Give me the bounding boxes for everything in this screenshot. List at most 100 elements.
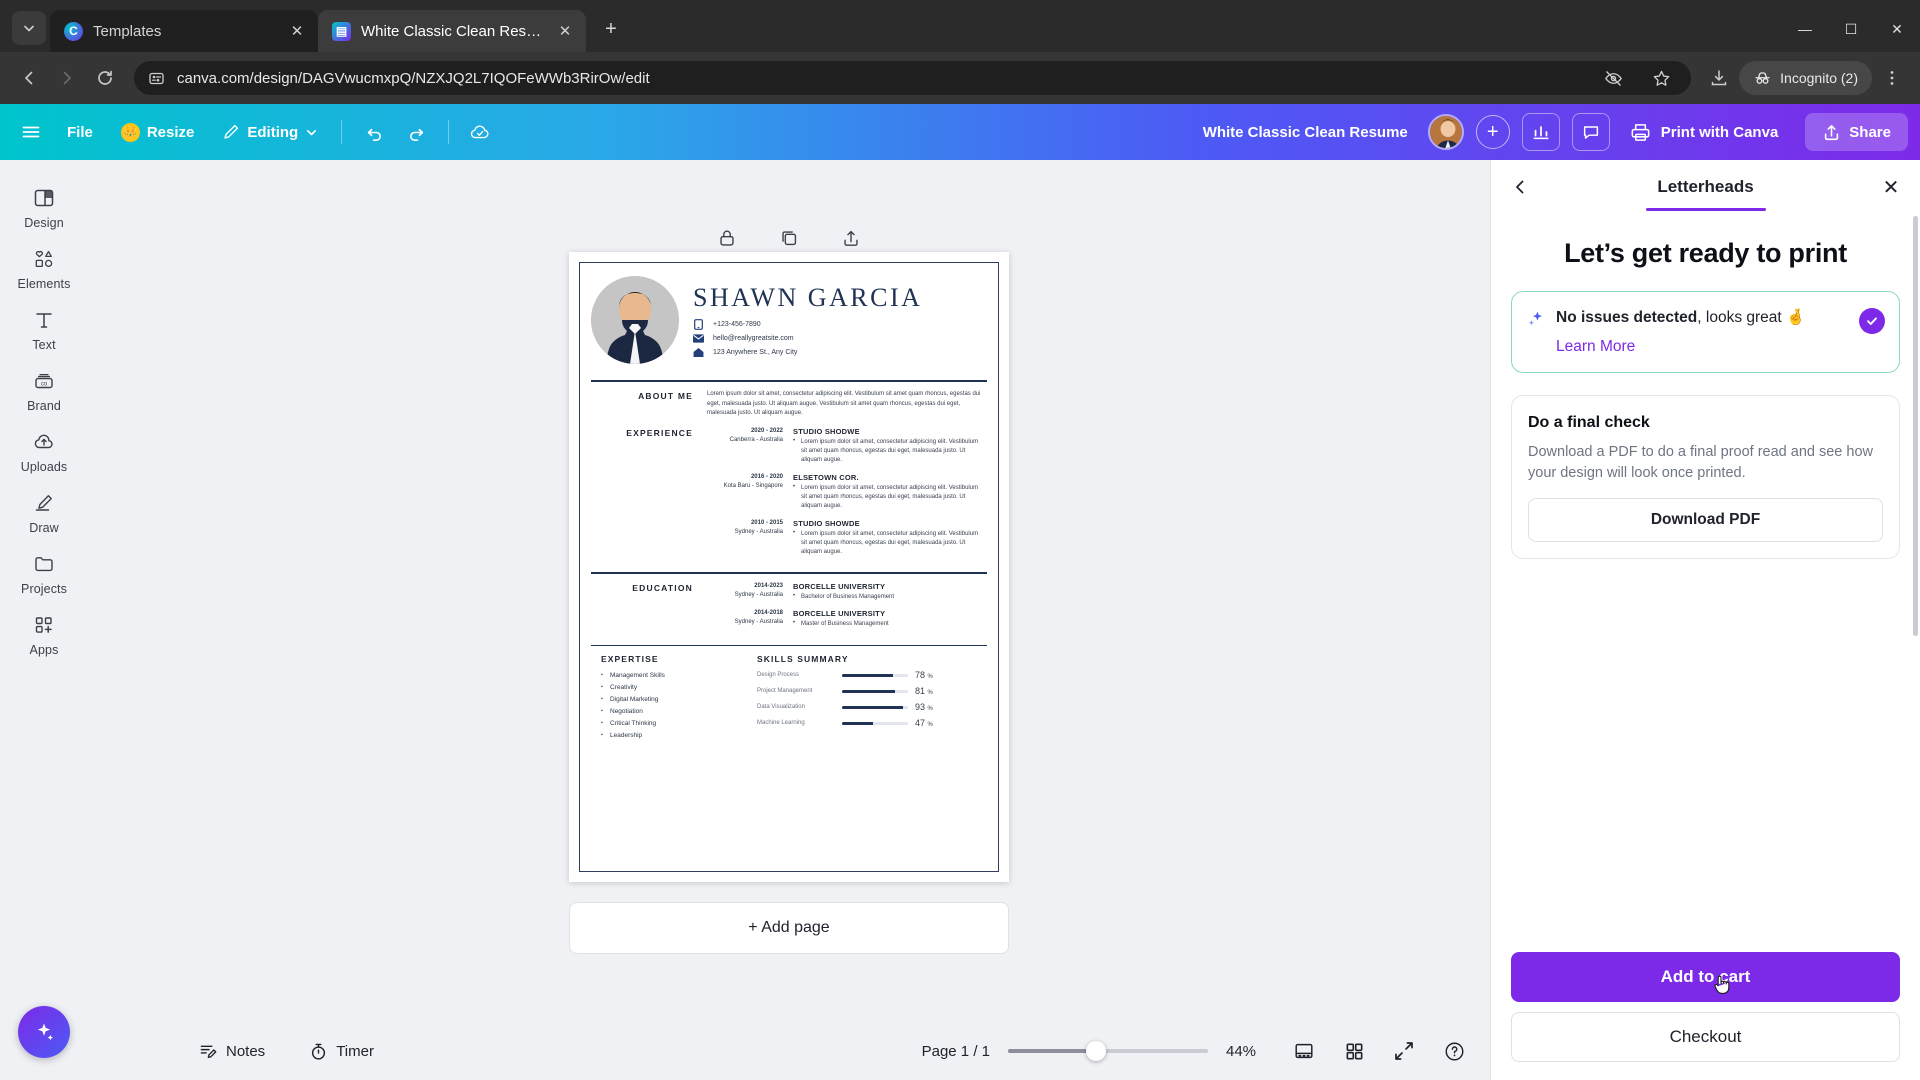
avatar[interactable] (1427, 114, 1464, 150)
tab-title: White Classic Clean Resume - A (361, 22, 544, 40)
status-text: No issues detected, looks great 🤞 Learn … (1556, 308, 1849, 358)
sidebar-item-projects[interactable]: Projects (5, 542, 83, 603)
zoom-slider[interactable] (1008, 1041, 1208, 1061)
share-label: Share (1849, 123, 1891, 141)
browser-tab-templates[interactable]: C Templates ✕ (50, 10, 318, 52)
print-with-canva-button[interactable]: Print with Canva (1616, 113, 1792, 151)
lock-icon[interactable] (711, 222, 743, 254)
canva-doc-icon: ▤ (332, 21, 351, 41)
close-icon[interactable]: ✕ (554, 20, 576, 42)
print-label: Print with Canva (1660, 123, 1779, 141)
plus-icon: + (1486, 120, 1499, 143)
canvas-area[interactable]: SHAWN GARCIA +123-456-7890 hello@reallyg… (88, 160, 1490, 1080)
download-pdf-button[interactable]: Download PDF (1528, 497, 1883, 542)
close-icon[interactable]: ✕ (286, 20, 308, 42)
crown-icon: 👑 (120, 122, 140, 142)
redo-icon[interactable] (398, 113, 436, 151)
presenter-view-icon[interactable] (1288, 1035, 1320, 1067)
tab-letterheads[interactable]: Letterheads (1537, 177, 1874, 197)
right-panel-body: Let’s get ready to print No issues detec… (1491, 214, 1920, 952)
insights-icon[interactable] (1521, 113, 1560, 151)
tab-search-icon[interactable] (12, 11, 46, 45)
experience-bullet: Lorem ipsum dolor sit amet, consectetur … (793, 483, 985, 512)
share-icon (1822, 123, 1841, 142)
add-to-cart-button[interactable]: Add to cart (1511, 952, 1900, 1002)
add-to-cart-label: Add to cart (1660, 967, 1751, 986)
sidebar-item-apps[interactable]: Apps (5, 603, 83, 664)
undo-icon[interactable] (354, 113, 392, 151)
sidebar-item-elements[interactable]: Elements (5, 237, 83, 298)
url-text: canva.com/design/DAGVwucmxpQ/NZXJQ2L7IQO… (177, 69, 650, 87)
expertise-item: Negotiation (601, 706, 741, 718)
chevron-down-icon (305, 126, 318, 139)
expertise-item: Creativity (601, 682, 741, 694)
sidebar-item-label: Elements (17, 277, 71, 291)
cloud-saved-icon[interactable] (461, 113, 499, 151)
design-page-1[interactable]: SHAWN GARCIA +123-456-7890 hello@reallyg… (569, 252, 1009, 882)
window-controls: — ☐ ✕ (1782, 6, 1920, 52)
timer-label: Timer (336, 1042, 374, 1060)
fullscreen-icon[interactable] (1388, 1035, 1420, 1067)
download-pdf-label: Download PDF (1650, 510, 1761, 528)
browser-menu-icon[interactable] (1876, 62, 1908, 94)
sidebar-item-design[interactable]: Design (5, 176, 83, 237)
third-party-cookie-icon[interactable] (1597, 62, 1629, 94)
sidebar-item-brand[interactable]: co Brand (5, 359, 83, 420)
document-title[interactable]: White Classic Clean Resume (1189, 124, 1422, 141)
share-button[interactable]: Share (1805, 113, 1908, 151)
resize-button[interactable]: 👑 Resize (110, 113, 206, 151)
hamburger-menu-icon[interactable] (12, 113, 50, 151)
add-page-button[interactable]: + Add page (569, 902, 1009, 954)
minimize-icon[interactable]: — (1782, 6, 1828, 52)
browser-toolbar: canva.com/design/DAGVwucmxpQ/NZXJQ2L7IQO… (0, 52, 1920, 104)
panel-title: Let’s get ready to print (1564, 238, 1847, 268)
back-icon[interactable] (12, 61, 46, 95)
help-icon[interactable] (1438, 1035, 1470, 1067)
right-panel-header: Letterheads ✕ (1491, 160, 1920, 214)
site-settings-icon[interactable] (148, 70, 165, 87)
learn-more-link[interactable]: Learn More (1556, 337, 1635, 358)
page-menu-icon[interactable] (835, 222, 867, 254)
bookmark-star-icon[interactable] (1645, 62, 1677, 94)
maximize-icon[interactable]: ☐ (1828, 6, 1874, 52)
file-menu-button[interactable]: File (56, 113, 104, 151)
expertise-item: Digital Marketing (601, 694, 741, 706)
timer-button[interactable]: Timer (298, 1035, 385, 1068)
elements-icon (31, 246, 57, 272)
zoom-slider-handle[interactable] (1086, 1041, 1106, 1061)
final-check-title: Do a final check (1528, 413, 1650, 431)
magic-studio-button[interactable] (18, 1006, 70, 1058)
sidebar-item-draw[interactable]: Draw (5, 481, 83, 542)
comments-icon[interactable] (1571, 113, 1610, 151)
divider (341, 120, 343, 144)
add-collaborator-button[interactable]: + (1475, 115, 1510, 149)
reload-icon[interactable] (88, 61, 122, 95)
grid-view-icon[interactable] (1338, 1035, 1370, 1067)
duplicate-page-icon[interactable] (773, 222, 805, 254)
window-close-icon[interactable]: ✕ (1874, 6, 1920, 52)
page-floating-toolbar (711, 222, 867, 254)
brand-icon: co (31, 368, 57, 394)
close-icon[interactable]: ✕ (1874, 170, 1908, 204)
canva-icon: C (64, 21, 83, 41)
experience-bullet: Lorem ipsum dolor sit amet, consectetur … (793, 437, 985, 466)
address-bar[interactable]: canva.com/design/DAGVwucmxpQ/NZXJQ2L7IQO… (134, 61, 1692, 95)
sidebar-item-text[interactable]: Text (5, 298, 83, 359)
editing-mode-button[interactable]: Editing (211, 113, 329, 151)
projects-icon (31, 551, 57, 577)
tab-title: Templates (93, 22, 162, 40)
downloads-icon[interactable] (1703, 62, 1735, 94)
file-label: File (67, 123, 93, 141)
new-tab-button[interactable]: + (596, 14, 626, 44)
sidebar-item-uploads[interactable]: Uploads (5, 420, 83, 481)
check-circle-icon (1859, 308, 1885, 334)
panel-scrollbar[interactable] (1913, 216, 1918, 636)
notes-button[interactable]: Notes (188, 1035, 276, 1068)
incognito-profile-button[interactable]: Incognito (2) (1739, 61, 1872, 95)
notes-icon (199, 1042, 218, 1061)
checkout-button[interactable]: Checkout (1511, 1012, 1900, 1062)
browser-tab-resume[interactable]: ▤ White Classic Clean Resume - A ✕ (318, 10, 586, 52)
sidebar-item-label: Apps (29, 643, 59, 657)
back-icon[interactable] (1503, 170, 1537, 204)
right-panel-footer: Add to cart Checkout (1491, 952, 1920, 1080)
